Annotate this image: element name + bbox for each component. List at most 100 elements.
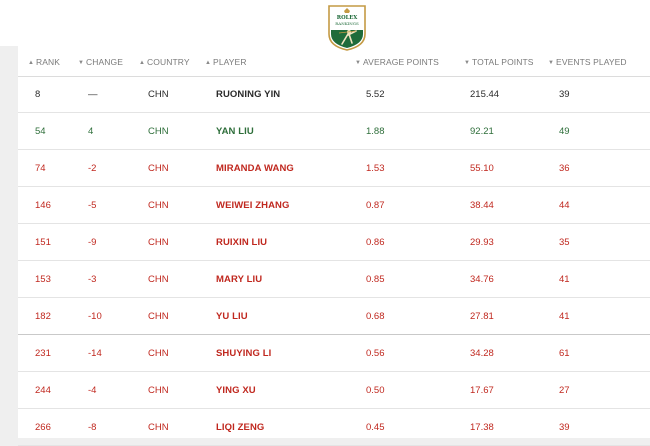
change-cell: -2 (88, 163, 97, 174)
table-row[interactable]: 231 -14 CHN SHUYING LI 0.56 34.28 61 (18, 335, 650, 372)
column-header-events-played[interactable]: ▼ EVENTS PLAYED (548, 57, 627, 67)
average-points-cell: 1.88 (366, 126, 385, 137)
rank-cell: 153 (35, 274, 51, 285)
change-cell: 4 (88, 126, 94, 137)
total-points-cell: 34.28 (470, 348, 494, 359)
table-row[interactable]: 153 -3 CHN MARY LIU 0.85 34.76 41 (18, 261, 650, 298)
player-name-link[interactable]: LIQI ZENG (216, 422, 264, 433)
player-name-link[interactable]: WEIWEI ZHANG (216, 200, 290, 211)
change-cell: -5 (88, 200, 97, 211)
rank-cell: 151 (35, 237, 51, 248)
sort-down-arrow-icon: ▼ (78, 60, 85, 66)
change-cell: -8 (88, 422, 97, 433)
table-row[interactable]: 266 -8 CHN LIQI ZENG 0.45 17.38 39 (18, 409, 650, 446)
average-points-cell: 0.50 (366, 385, 385, 396)
events-played-cell: 44 (559, 200, 570, 211)
player-name-link[interactable]: RUONING YIN (216, 89, 280, 100)
player-name-link[interactable]: MARY LIU (216, 274, 262, 285)
country-cell: CHN (148, 89, 169, 100)
change-cell: -4 (88, 385, 97, 396)
change-cell: -10 (88, 311, 102, 322)
sort-up-arrow-icon: ▲ (139, 60, 146, 66)
rank-cell: 231 (35, 348, 51, 359)
country-cell: CHN (148, 274, 169, 285)
table-row[interactable]: 151 -9 CHN RUIXIN LIU 0.86 29.93 35 (18, 224, 650, 261)
country-cell: CHN (148, 163, 169, 174)
table-row[interactable]: 244 -4 CHN YING XU 0.50 17.67 27 (18, 372, 650, 409)
country-cell: CHN (148, 200, 169, 211)
sort-up-arrow-icon: ▲ (205, 60, 212, 66)
events-played-cell: 41 (559, 311, 570, 322)
rank-cell: 182 (35, 311, 51, 322)
total-points-cell: 27.81 (470, 311, 494, 322)
change-cell: -9 (88, 237, 97, 248)
player-name-link[interactable]: MIRANDA WANG (216, 163, 294, 174)
player-name-link[interactable]: YAN LIU (216, 126, 254, 137)
player-name-link[interactable]: YING XU (216, 385, 256, 396)
average-points-cell: 0.68 (366, 311, 385, 322)
average-points-cell: 0.56 (366, 348, 385, 359)
column-header-player[interactable]: ▲ PLAYER (205, 57, 247, 67)
sort-down-arrow-icon: ▼ (464, 60, 471, 66)
player-name-link[interactable]: YU LIU (216, 311, 248, 322)
country-cell: CHN (148, 126, 169, 137)
table-row[interactable]: 74 -2 CHN MIRANDA WANG 1.53 55.10 36 (18, 150, 650, 187)
rank-cell: 244 (35, 385, 51, 396)
top-band (0, 0, 650, 46)
table-row[interactable]: 8 — CHN RUONING YIN 5.52 215.44 39 (18, 76, 650, 113)
events-played-cell: 61 (559, 348, 570, 359)
player-name-link[interactable]: RUIXIN LIU (216, 237, 267, 248)
events-played-cell: 49 (559, 126, 570, 137)
country-cell: CHN (148, 422, 169, 433)
country-cell: CHN (148, 385, 169, 396)
country-cell: CHN (148, 237, 169, 248)
rank-cell: 74 (35, 163, 46, 174)
events-played-cell: 41 (559, 274, 570, 285)
rolex-rankings-logo[interactable]: ROLEX RANKINGS (327, 4, 367, 51)
total-points-cell: 17.67 (470, 385, 494, 396)
total-points-cell: 29.93 (470, 237, 494, 248)
average-points-cell: 0.86 (366, 237, 385, 248)
events-played-cell: 36 (559, 163, 570, 174)
events-played-cell: 39 (559, 89, 570, 100)
table-row[interactable]: 54 4 CHN YAN LIU 1.88 92.21 49 (18, 113, 650, 150)
column-header-country[interactable]: ▲ COUNTRY (139, 57, 190, 67)
rankings-page: ROLEX RANKINGS ▲ RANK ▼ CHANGE ▲ COUNTRY ▲ P… (0, 0, 650, 446)
total-points-cell: 92.21 (470, 126, 494, 137)
rank-cell: 8 (35, 89, 41, 100)
column-header-average-points[interactable]: ▼ AVERAGE POINTS (355, 57, 439, 67)
rolex-rankings-emblem-icon: ROLEX RANKINGS (328, 5, 366, 51)
total-points-cell: 34.76 (470, 274, 494, 285)
player-name-link[interactable]: SHUYING LI (216, 348, 271, 359)
rank-cell: 266 (35, 422, 51, 433)
rank-cell: 54 (35, 126, 46, 137)
change-cell: — (88, 89, 98, 100)
column-header-rank[interactable]: ▲ RANK (28, 57, 60, 67)
country-cell: CHN (148, 311, 169, 322)
total-points-cell: 17.38 (470, 422, 494, 433)
events-played-cell: 27 (559, 385, 570, 396)
column-header-total-points[interactable]: ▼ TOTAL POINTS (464, 57, 534, 67)
sort-down-arrow-icon: ▼ (548, 60, 555, 66)
table-body: 8 — CHN RUONING YIN 5.52 215.44 39 54 4 … (18, 76, 650, 446)
table-row[interactable]: 146 -5 CHN WEIWEI ZHANG 0.87 38.44 44 (18, 187, 650, 224)
total-points-cell: 38.44 (470, 200, 494, 211)
rank-cell: 146 (35, 200, 51, 211)
events-played-cell: 35 (559, 237, 570, 248)
average-points-cell: 5.52 (366, 89, 385, 100)
table-row[interactable]: 182 -10 CHN YU LIU 0.68 27.81 41 (18, 298, 650, 335)
average-points-cell: 0.87 (366, 200, 385, 211)
events-played-cell: 39 (559, 422, 570, 433)
logo-line2: RANKINGS (335, 21, 359, 26)
country-cell: CHN (148, 348, 169, 359)
change-cell: -3 (88, 274, 97, 285)
sort-down-arrow-icon: ▼ (355, 60, 362, 66)
average-points-cell: 0.85 (366, 274, 385, 285)
average-points-cell: 0.45 (366, 422, 385, 433)
average-points-cell: 1.53 (366, 163, 385, 174)
total-points-cell: 55.10 (470, 163, 494, 174)
column-header-change[interactable]: ▼ CHANGE (78, 57, 123, 67)
change-cell: -14 (88, 348, 102, 359)
sort-up-arrow-icon: ▲ (28, 60, 35, 66)
rankings-table: ▲ RANK ▼ CHANGE ▲ COUNTRY ▲ PLAYER ▼ AVERAGE … (18, 46, 650, 446)
